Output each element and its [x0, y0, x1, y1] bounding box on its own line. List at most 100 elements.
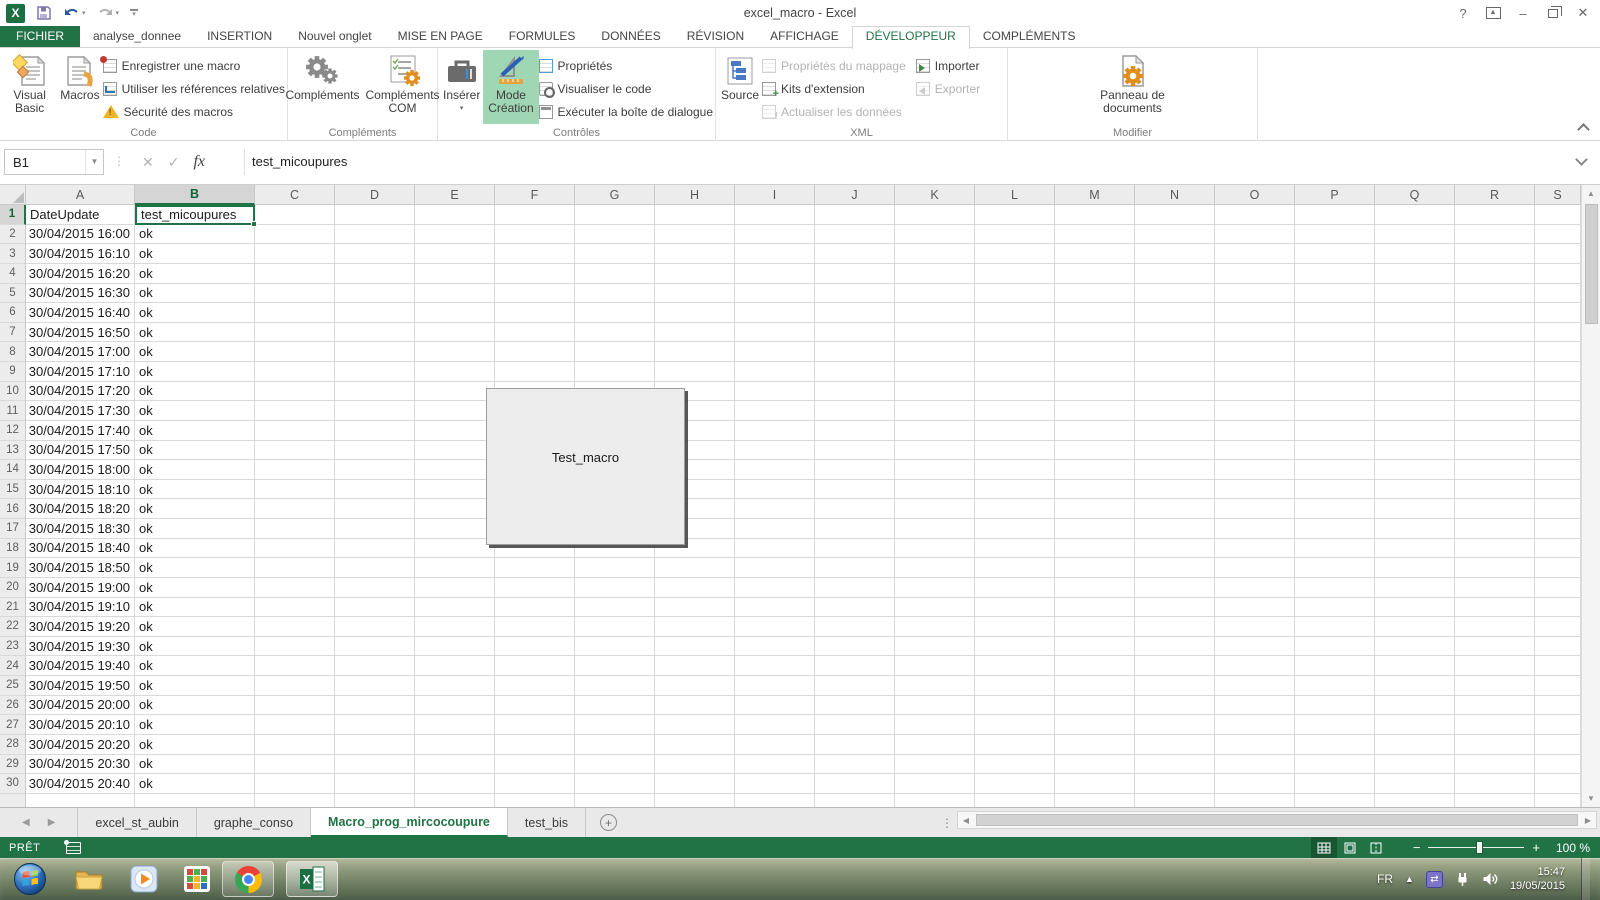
cell-E3[interactable]: [415, 244, 495, 264]
cell-F1[interactable]: [495, 205, 575, 225]
cell-J11[interactable]: [815, 401, 895, 421]
collapse-ribbon-icon[interactable]: [1577, 123, 1590, 136]
cell-A26[interactable]: 30/04/2015 20:00: [26, 696, 135, 716]
cell-E11[interactable]: [415, 401, 495, 421]
cell-P1[interactable]: [1295, 205, 1375, 225]
cell-A15[interactable]: 30/04/2015 18:10: [26, 480, 135, 500]
cell-M12[interactable]: [1055, 421, 1135, 441]
cell-D7[interactable]: [335, 323, 415, 343]
cell-P8[interactable]: [1295, 342, 1375, 362]
cell-E26[interactable]: [415, 696, 495, 716]
cell-R10[interactable]: [1455, 382, 1535, 402]
cell-C6[interactable]: [255, 303, 335, 323]
cell-S19[interactable]: [1535, 558, 1581, 578]
cell-L4[interactable]: [975, 264, 1055, 284]
insert-function-button[interactable]: fx: [193, 153, 205, 171]
cell-D[interactable]: [335, 794, 415, 807]
cell-C27[interactable]: [255, 715, 335, 735]
cell-H7[interactable]: [655, 323, 735, 343]
cell-K8[interactable]: [895, 342, 975, 362]
cell-O24[interactable]: [1215, 656, 1295, 676]
cell-C14[interactable]: [255, 460, 335, 480]
minimize-button[interactable]: –: [1508, 0, 1538, 26]
cell-B25[interactable]: ok: [135, 676, 255, 696]
cell-F6[interactable]: [495, 303, 575, 323]
cell-C22[interactable]: [255, 617, 335, 637]
cell-H8[interactable]: [655, 342, 735, 362]
cell-E15[interactable]: [415, 480, 495, 500]
cell-P16[interactable]: [1295, 499, 1375, 519]
cell-C2[interactable]: [255, 225, 335, 245]
cell-Q30[interactable]: [1375, 774, 1455, 794]
cell-P6[interactable]: [1295, 303, 1375, 323]
cell-L25[interactable]: [975, 676, 1055, 696]
scroll-down-icon[interactable]: ▼: [1582, 790, 1600, 807]
cell-B19[interactable]: ok: [135, 558, 255, 578]
column-header-r[interactable]: R: [1455, 185, 1535, 205]
cell-L2[interactable]: [975, 225, 1055, 245]
cell-Q26[interactable]: [1375, 696, 1455, 716]
column-header-s[interactable]: S: [1535, 185, 1581, 205]
cell-D3[interactable]: [335, 244, 415, 264]
cell-E14[interactable]: [415, 460, 495, 480]
cell-J25[interactable]: [815, 676, 895, 696]
complements-button[interactable]: Compléments: [282, 50, 362, 124]
formula-bar-splitter[interactable]: ⋮: [113, 154, 126, 168]
cell-B12[interactable]: ok: [135, 421, 255, 441]
cell-P7[interactable]: [1295, 323, 1375, 343]
cell-M26[interactable]: [1055, 696, 1135, 716]
cell-O5[interactable]: [1215, 284, 1295, 304]
cell-D1[interactable]: [335, 205, 415, 225]
column-header-d[interactable]: D: [335, 185, 415, 205]
cell-M29[interactable]: [1055, 755, 1135, 775]
cell-K24[interactable]: [895, 656, 975, 676]
cell-R19[interactable]: [1455, 558, 1535, 578]
cell-I28[interactable]: [735, 735, 815, 755]
cell-P10[interactable]: [1295, 382, 1375, 402]
cell-C15[interactable]: [255, 480, 335, 500]
zoom-slider-track[interactable]: [1428, 847, 1524, 848]
row-header-23[interactable]: 23: [0, 637, 26, 657]
cell-N9[interactable]: [1135, 362, 1215, 382]
cell-F24[interactable]: [495, 656, 575, 676]
cell-Q23[interactable]: [1375, 637, 1455, 657]
cell-M11[interactable]: [1055, 401, 1135, 421]
cell-N11[interactable]: [1135, 401, 1215, 421]
cell-M21[interactable]: [1055, 598, 1135, 618]
cell-G1[interactable]: [575, 205, 655, 225]
row-header-9[interactable]: 9: [0, 362, 26, 382]
cell-L13[interactable]: [975, 441, 1055, 461]
cell-I25[interactable]: [735, 676, 815, 696]
cell-B8[interactable]: ok: [135, 342, 255, 362]
cell-C1[interactable]: [255, 205, 335, 225]
cell-P27[interactable]: [1295, 715, 1375, 735]
source-button[interactable]: Source: [718, 50, 762, 124]
cell-N23[interactable]: [1135, 637, 1215, 657]
cell-S12[interactable]: [1535, 421, 1581, 441]
cell-S14[interactable]: [1535, 460, 1581, 480]
cell-N3[interactable]: [1135, 244, 1215, 264]
cell-D12[interactable]: [335, 421, 415, 441]
cell-B13[interactable]: ok: [135, 441, 255, 461]
sheet-tab-macro-prog-mircocoupure[interactable]: Macro_prog_mircocoupure: [311, 808, 508, 837]
cell-A28[interactable]: 30/04/2015 20:20: [26, 735, 135, 755]
cell-K26[interactable]: [895, 696, 975, 716]
cell-I[interactable]: [735, 794, 815, 807]
cell-H3[interactable]: [655, 244, 735, 264]
cell-B3[interactable]: ok: [135, 244, 255, 264]
cell-B16[interactable]: ok: [135, 499, 255, 519]
cell-L[interactable]: [975, 794, 1055, 807]
cell-A29[interactable]: 30/04/2015 20:30: [26, 755, 135, 775]
cell-P13[interactable]: [1295, 441, 1375, 461]
cell-N16[interactable]: [1135, 499, 1215, 519]
cell-I7[interactable]: [735, 323, 815, 343]
cell-C24[interactable]: [255, 656, 335, 676]
cell-R15[interactable]: [1455, 480, 1535, 500]
cell-P28[interactable]: [1295, 735, 1375, 755]
cell-R11[interactable]: [1455, 401, 1535, 421]
horizontal-scrollbar[interactable]: ◀ ▶: [957, 811, 1597, 829]
cell-L1[interactable]: [975, 205, 1055, 225]
cell-Q10[interactable]: [1375, 382, 1455, 402]
cell-O9[interactable]: [1215, 362, 1295, 382]
cell-R17[interactable]: [1455, 519, 1535, 539]
